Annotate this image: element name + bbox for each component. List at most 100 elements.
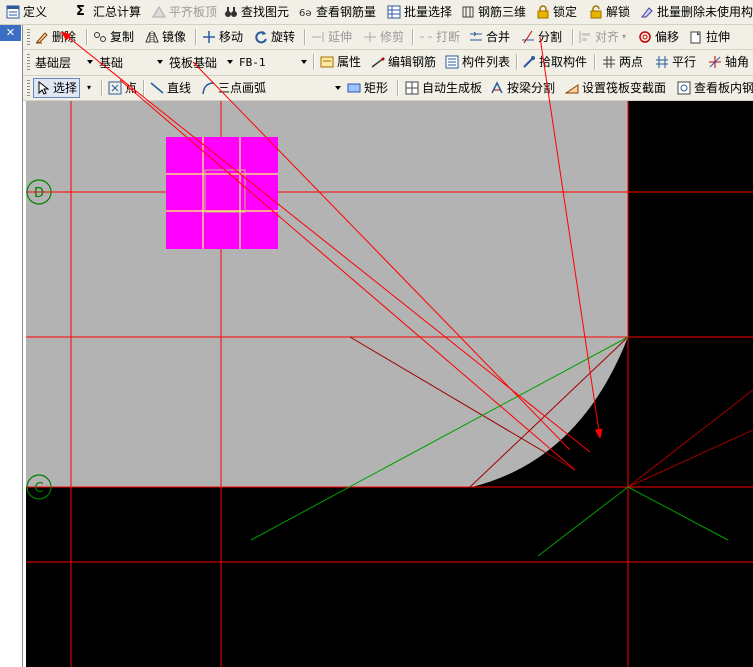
properties-label: 属性: [337, 55, 362, 69]
stretch-label: 拉伸: [706, 30, 731, 44]
point-button[interactable]: 点: [106, 78, 139, 98]
parallel-button[interactable]: 平行: [653, 52, 698, 72]
parallel-icon: [655, 55, 669, 69]
toolbar-grip[interactable]: [27, 29, 30, 45]
component-select[interactable]: FB-1: [237, 53, 309, 71]
arc-button[interactable]: 三点画弧: [199, 78, 268, 98]
rebar-3d-button[interactable]: 钢筋三维: [459, 2, 528, 22]
unlock-icon: [589, 5, 603, 19]
separator: [143, 80, 145, 96]
separator: [594, 54, 596, 70]
drawing-canvas[interactable]: D C: [26, 101, 753, 667]
merge-button[interactable]: 合并: [467, 27, 512, 47]
axis-angle-button[interactable]: 轴角: [706, 52, 751, 72]
copy-button[interactable]: 复制: [91, 27, 136, 47]
toolbar-grip[interactable]: [27, 54, 30, 70]
mirror-button[interactable]: 镜像: [143, 27, 188, 47]
move-icon: [202, 30, 216, 44]
split-button[interactable]: 分割: [519, 27, 564, 47]
select-dropdown[interactable]: ▾: [85, 78, 97, 98]
pick-component-button[interactable]: 拾取构件: [520, 52, 589, 72]
separator: [572, 29, 574, 45]
category-select[interactable]: 基础: [97, 53, 165, 71]
split-by-beam-button[interactable]: 按梁分割: [488, 78, 557, 98]
column-pattern[interactable]: [166, 137, 278, 249]
raft-slab[interactable]: [26, 101, 628, 487]
align-dropdown-icon[interactable]: ▾: [622, 27, 626, 47]
svg-text:6ə: 6ə: [299, 8, 312, 19]
view-slab-rebar-icon: [677, 81, 691, 95]
two-points-button[interactable]: 两点: [600, 52, 645, 72]
separator: [101, 80, 103, 96]
auto-slab-button[interactable]: 自动生成板: [403, 78, 484, 98]
align-button[interactable]: 对齐 ▾: [576, 27, 628, 47]
set-slope-button[interactable]: 设置筏板变截面: [563, 78, 668, 98]
rotate-label: 旋转: [271, 30, 296, 44]
stretch-icon: [689, 30, 703, 44]
summary-label: 汇总计算: [93, 5, 142, 19]
component-toolbar: 基础层 基础 筏板基础 FB-1 属性 编辑钢筋 构件列表 拾取构件 两点 平行: [23, 50, 753, 76]
chevron-down-icon: [301, 60, 307, 64]
batch-select-button[interactable]: 批量选择: [385, 2, 454, 22]
axis-label-d: D: [34, 186, 44, 201]
batch-delete-label: 批量删除未使用构: [657, 5, 753, 19]
split-label: 分割: [538, 30, 563, 44]
line-button[interactable]: 直线: [148, 78, 193, 98]
trim-label: 修剪: [380, 30, 405, 44]
component-select-value: FB-1: [239, 55, 266, 69]
flush-slab-button[interactable]: 平齐板顶: [150, 2, 219, 22]
select-button[interactable]: 选择: [33, 78, 81, 98]
chevron-down-icon: [335, 86, 341, 90]
stretch-button[interactable]: 拉伸: [687, 27, 732, 47]
edit-rebar-button[interactable]: 编辑钢筋: [369, 52, 438, 72]
component-type-select[interactable]: 筏板基础: [167, 53, 235, 71]
set-slope-label: 设置筏板变截面: [582, 81, 667, 95]
batch-delete-unused-button[interactable]: 批量删除未使用构: [638, 2, 753, 22]
line-icon: [150, 81, 164, 95]
break-label: 打断: [436, 30, 461, 44]
delete-button[interactable]: 删除: [33, 27, 78, 47]
break-icon: [419, 30, 433, 44]
trim-button[interactable]: 修剪: [361, 27, 406, 47]
define-button[interactable]: 定义: [4, 2, 49, 22]
break-button[interactable]: 打断: [417, 27, 462, 47]
toolbar-grip[interactable]: [27, 80, 30, 96]
view-rebar-label: 查看钢筋量: [316, 5, 377, 19]
rotate-button[interactable]: 旋转: [252, 27, 297, 47]
column-block[interactable]: [166, 137, 278, 249]
separator: [516, 54, 518, 70]
edit-rebar-label: 编辑钢筋: [388, 55, 437, 69]
component-list-button[interactable]: 构件列表: [443, 52, 512, 72]
rect-button[interactable]: 矩形: [345, 78, 390, 98]
properties-button[interactable]: 属性: [318, 52, 363, 72]
find-element-button[interactable]: 查找图元: [222, 2, 291, 22]
set-slope-icon: [564, 81, 579, 95]
unlock-button[interactable]: 解锁: [587, 2, 632, 22]
chevron-down-icon: [157, 60, 163, 64]
lock-icon: [536, 5, 550, 19]
summary-button[interactable]: Σ 汇总计算: [74, 2, 143, 22]
edit-toolbar: 删除 复制 镜像 移动 旋转 延伸 修剪 打断 合并 分割 对齐 ▾ 偏移 拉伸: [23, 25, 753, 50]
move-button[interactable]: 移动: [200, 27, 245, 47]
extend-button[interactable]: 延伸: [309, 27, 354, 47]
unlock-label: 解锁: [606, 5, 631, 19]
floor-select[interactable]: 基础层: [33, 53, 95, 71]
auto-slab-icon: [405, 81, 419, 95]
view-slab-rebar-button[interactable]: 查看板内钢: [675, 78, 753, 98]
extend-label: 延伸: [328, 30, 353, 44]
chevron-down-icon: ▾: [87, 83, 92, 92]
view-rebar-button[interactable]: 6ə 查看钢筋量: [297, 2, 378, 22]
flush-slab-label: 平齐板顶: [169, 5, 218, 19]
component-list-label: 构件列表: [462, 55, 511, 69]
copy-icon: [93, 30, 107, 44]
parallel-label: 平行: [672, 55, 697, 69]
view-slab-rebar-label: 查看板内钢: [694, 81, 753, 95]
close-icon[interactable]: ✕: [0, 25, 21, 41]
main-toolbar: 定义 Σ 汇总计算 平齐板顶 查找图元 6ə 查看钢筋量 批量选择 钢筋三维 锁…: [0, 0, 753, 25]
arc-options-select[interactable]: [273, 79, 343, 97]
lock-button[interactable]: 锁定: [534, 2, 579, 22]
offset-button[interactable]: 偏移: [636, 27, 681, 47]
copy-label: 复制: [110, 30, 135, 44]
draw-toolbar: 选择 ▾ 点 直线 三点画弧 矩形 自动生成板 按梁分割 设置筏板变截面 查看板…: [23, 76, 753, 101]
separator: [412, 29, 414, 45]
